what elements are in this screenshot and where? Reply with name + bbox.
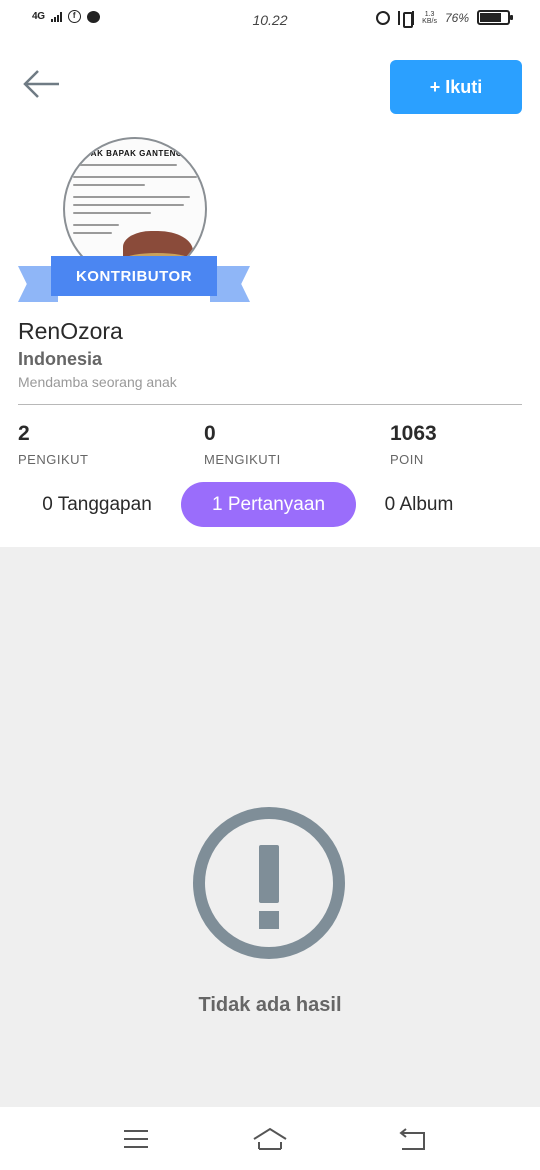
stat-label: MENGIKUTI [204,452,281,464]
stat-label: POIN [390,452,424,464]
username: RenOzora [18,318,123,344]
back-button[interactable] [22,66,62,102]
network-speed-value: 1.3 [424,10,435,18]
stat-value: 2 [18,422,30,445]
vibrate-icon [398,10,415,28]
divider [18,404,522,405]
contributor-badge: KONTRIBUTOR [18,256,250,302]
exclamation-bar [259,845,279,903]
tab-albums[interactable]: 0 Album [368,482,470,527]
arrow-left-icon [23,70,59,98]
battery-fill [480,13,501,22]
menu-icon [124,1130,148,1148]
empty-state-text: Tidak ada hasil [198,994,342,1016]
battery-percent: 76% [444,10,469,25]
stat-followers[interactable]: 2 PENGIKUT [18,422,88,464]
network-speed: 1.3 KB/s [422,11,437,25]
alarm-icon [376,10,391,25]
exclamation-circle-icon [193,807,345,959]
avatar-caption: BAPAK BAPAK GANTENG [73,149,183,158]
network-speed-unit: KB/s [422,17,437,25]
country: Indonesia [18,349,103,369]
home-button[interactable] [250,1125,290,1155]
avatar-image: BAPAK BAPAK GANTENG [73,149,203,234]
stat-following[interactable]: 0 MENGIKUTI [204,422,281,464]
exclamation-dot [259,911,279,929]
status-right-icons: 1.3 KB/s 76% [376,10,513,28]
menu-button[interactable] [116,1125,156,1155]
badge-label: KONTRIBUTOR [51,256,217,296]
back-nav-button[interactable] [392,1125,432,1155]
stat-points[interactable]: 1063 POIN [390,422,437,464]
tab-questions[interactable]: 1 Pertanyaan [181,482,356,527]
system-nav-bar [0,1107,540,1170]
bio: Mendamba seorang anak [18,374,177,390]
profile-tabs: 0 Tanggapan 1 Pertanyaan 0 Album [0,482,540,528]
content-area: Tidak ada hasil [0,547,540,1107]
stat-value: 1063 [390,422,437,445]
follow-button[interactable]: + Ikuti [390,60,522,114]
tab-responses[interactable]: 0 Tanggapan [22,482,172,527]
stat-value: 0 [204,422,216,445]
status-bar: 4G f 10.22 1.3 KB/s 76% [0,0,540,42]
battery-icon [477,10,513,25]
return-icon [399,1128,425,1150]
home-icon [253,1127,287,1150]
stat-label: PENGIKUT [18,452,89,464]
